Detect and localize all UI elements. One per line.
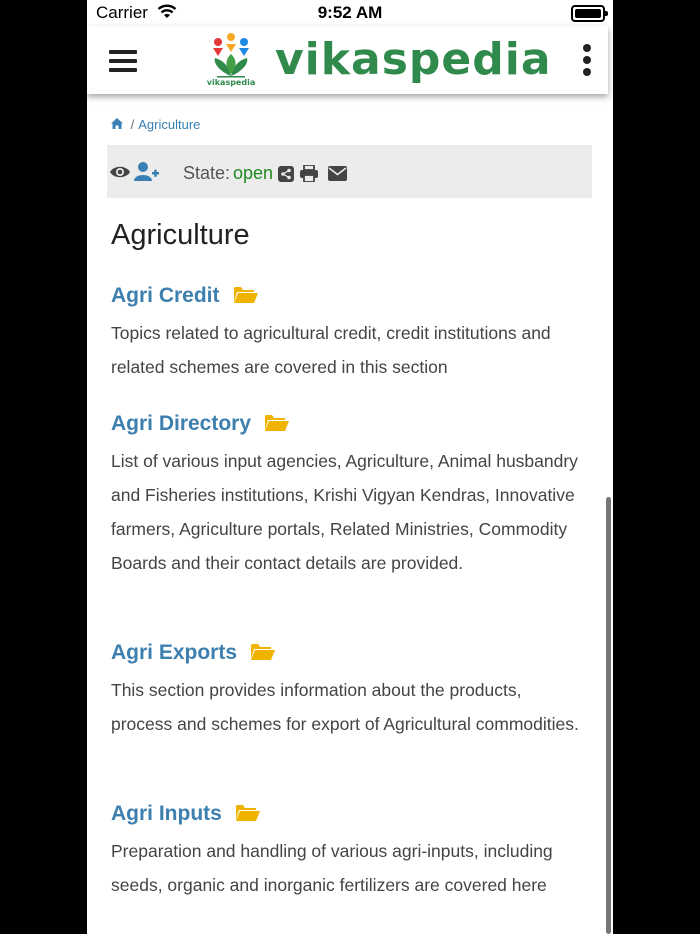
content-toolbar: State: open — [107, 145, 592, 198]
list-item: Agri Exports This section provides infor… — [111, 641, 581, 742]
status-bar: Carrier 9:52 AM — [87, 0, 613, 26]
breadcrumb: / Agriculture — [111, 117, 200, 132]
breadcrumb-current[interactable]: Agriculture — [138, 117, 200, 132]
clock: 9:52 AM — [317, 3, 383, 22]
phone-screen: Carrier 9:52 AM vikaspedia vikaspedia / … — [87, 0, 613, 934]
home-icon[interactable] — [111, 117, 127, 132]
share-icon[interactable] — [278, 166, 294, 187]
section-description: This section provides information about … — [111, 680, 579, 735]
folder-open-icon[interactable] — [233, 286, 258, 309]
section-link-agri-directory[interactable]: Agri Directory — [111, 412, 251, 436]
section-description: Topics related to agricultural credit, c… — [111, 323, 551, 378]
folder-open-icon[interactable] — [251, 643, 276, 666]
list-item: Agri Directory List of various input age… — [111, 412, 581, 580]
app-header: vikaspedia vikaspedia — [87, 26, 608, 94]
add-user-icon[interactable] — [134, 161, 160, 187]
print-icon[interactable] — [300, 164, 318, 187]
hamburger-icon[interactable] — [109, 50, 137, 72]
page-title: Agriculture — [111, 219, 250, 251]
list-item: Agri Credit Topics related to agricultur… — [111, 284, 581, 385]
section-link-agri-inputs[interactable]: Agri Inputs — [111, 802, 222, 826]
folder-open-icon[interactable] — [235, 804, 260, 827]
email-icon[interactable] — [328, 166, 347, 186]
eye-icon[interactable] — [109, 164, 131, 185]
kebab-menu-icon[interactable] — [582, 44, 592, 76]
section-description: Preparation and handling of various agri… — [111, 841, 553, 896]
scrollbar[interactable] — [606, 497, 611, 934]
list-item: Agri Inputs Preparation and handling of … — [111, 802, 581, 903]
section-link-agri-credit[interactable]: Agri Credit — [111, 284, 220, 308]
logo-subtext: vikaspedia — [207, 78, 255, 87]
breadcrumb-separator: / — [130, 117, 135, 132]
folder-open-icon[interactable] — [265, 414, 290, 437]
state-value: open — [233, 163, 274, 183]
section-link-agri-exports[interactable]: Agri Exports — [111, 641, 237, 665]
battery-icon — [571, 5, 608, 22]
logo-text[interactable]: vikaspedia — [275, 34, 552, 85]
section-description: List of various input agencies, Agricult… — [111, 451, 578, 573]
logo-image[interactable]: vikaspedia — [201, 32, 261, 88]
state-label: State: — [183, 163, 231, 183]
